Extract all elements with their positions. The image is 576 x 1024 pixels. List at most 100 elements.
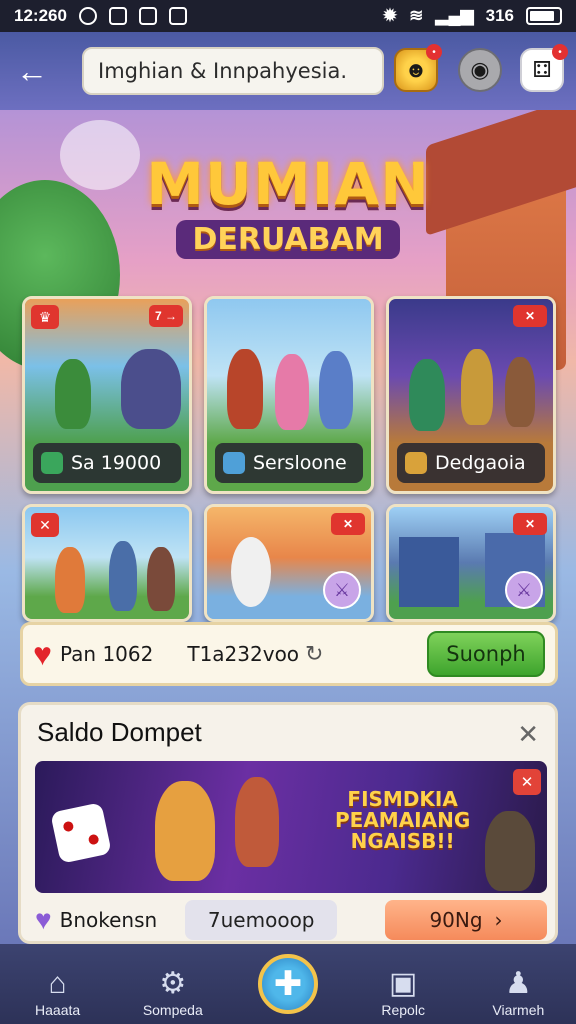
gear-icon: ⚙ — [159, 967, 187, 1000]
card-badge: 7 → — [149, 305, 183, 327]
card-label-text: Sa 19000 — [71, 452, 162, 474]
game-card[interactable]: Sersloone — [204, 296, 374, 494]
promo-close-icon[interactable]: ✕ — [513, 769, 541, 795]
chest-icon — [405, 452, 427, 474]
search-input[interactable]: Imghian & Innpahyesia. — [82, 47, 384, 95]
sword-icon[interactable]: ⚔ — [505, 571, 543, 609]
character — [461, 349, 493, 425]
wallet-button-label: 90Ng — [429, 908, 483, 932]
character — [235, 777, 279, 867]
building — [399, 537, 459, 607]
wifi-icon: ≋ — [409, 6, 424, 25]
wallet-icon: ▣ — [388, 967, 418, 1000]
nav-item-home[interactable]: ⌂ Haaata — [8, 966, 108, 1018]
media-icon — [108, 7, 127, 25]
wallet-panel: Saldo Dompet ✕ FISMDKIA PEAMAIANG NGAISB… — [18, 702, 558, 944]
character — [55, 359, 91, 429]
card-label-text: Dedgaoia — [435, 452, 526, 474]
gem-icon — [41, 452, 63, 474]
status-left: 12:260 — [14, 6, 187, 26]
crown-icon: ♛ — [31, 305, 59, 329]
nav-item-settings[interactable]: ⚙ Sompeda — [123, 966, 223, 1018]
nav-item-wallet[interactable]: ▣ Repolc — [353, 966, 453, 1018]
home-icon: ⌂ — [48, 967, 67, 1000]
chevron-right-icon: › — [494, 908, 503, 932]
card-label: Dedgaoia — [397, 443, 545, 483]
notification-badge: • — [426, 44, 442, 60]
game-card[interactable]: ✕ Dedgaoia — [386, 296, 556, 494]
promo-banner[interactable]: FISMDKIA PEAMAIANG NGAISB!! ✕ — [35, 761, 547, 893]
wallet-row: ♥ Bnokensn 7uemooop 90Ng › — [35, 899, 547, 941]
wallet-name: Bnokensn — [59, 908, 158, 932]
search-text: Imghian & Innpahyesia. — [98, 59, 348, 83]
plus-icon[interactable]: ✚ — [258, 954, 318, 1014]
stat-value-1: Pan 1062 — [60, 642, 154, 666]
primary-action-button[interactable]: Suonph — [427, 631, 545, 677]
signal-icon: ▂▄▆ — [435, 6, 474, 25]
character — [227, 349, 263, 429]
character — [147, 547, 175, 611]
nav-label: Repolc — [381, 1002, 425, 1018]
heart-icon: ♥ — [33, 635, 52, 672]
nav-label: Sompeda — [142, 1002, 203, 1018]
chat-bubble-icon[interactable]: ◉ — [458, 48, 502, 92]
stats-bar: ♥ Pan 1062 T1a232voo ↻ Suonph — [20, 622, 558, 686]
character — [55, 547, 85, 613]
wallet-title: Saldo Dompet — [37, 717, 202, 747]
card-label: Sa 19000 — [33, 443, 181, 483]
gear-status-icon: ✹ — [382, 6, 398, 25]
card-badge: ✕ — [331, 513, 365, 535]
dice-icon — [50, 802, 112, 864]
card-badge: ✕ — [513, 305, 547, 327]
bottom-nav: ⌂ Haaata ⚙ Sompeda +- ▣ Repolc ♟ Viarmeh… — [0, 944, 576, 1024]
logo-subtitle: DERUABAM — [176, 220, 400, 259]
profile-icon: ♟ — [504, 967, 532, 1000]
status-right: ✹ ≋ ▂▄▆ 316 — [383, 6, 562, 26]
stat-value-2: T1a232voo — [187, 642, 300, 666]
notification-icon — [138, 7, 157, 25]
game-card[interactable]: ✕ ⚔ — [386, 504, 556, 622]
promo-text: FISMDKIA PEAMAIANG NGAISB!! — [335, 789, 470, 852]
status-bar: 12:260 ✹ ≋ ▂▄▆ 316 — [0, 0, 576, 32]
wallet-next-button[interactable]: 90Ng › — [385, 900, 547, 940]
character — [275, 354, 309, 430]
character — [155, 781, 215, 881]
character — [409, 359, 445, 431]
game-card[interactable]: ✕ — [22, 504, 192, 622]
nav-label: Haaata — [35, 1002, 81, 1018]
wallet-amount-field[interactable]: 7uemooop — [185, 900, 338, 940]
character — [319, 351, 353, 429]
status-time: 12:260 — [14, 6, 67, 25]
promo-line-1: FISMDKIA — [347, 787, 458, 811]
nav-item-profile[interactable]: ♟ Viarmeh — [468, 966, 568, 1018]
creature — [121, 349, 181, 429]
character — [505, 357, 535, 427]
dice-icon[interactable]: ⚃ • — [520, 44, 568, 92]
card-label-text: Sersloone — [253, 452, 347, 474]
network-label: 316 — [485, 6, 514, 25]
close-icon[interactable]: ✕ — [517, 719, 539, 750]
game-card[interactable]: ♛ 7 → Sa 19000 — [22, 296, 192, 494]
character — [231, 537, 271, 607]
character — [485, 811, 535, 891]
refresh-icon[interactable]: ↻ — [305, 641, 323, 667]
game-logo: MUMIAN DERUABAM — [0, 150, 576, 259]
character — [109, 541, 137, 611]
back-arrow-icon[interactable]: ← — [12, 51, 52, 91]
game-card[interactable]: ✕ ⚔ — [204, 504, 374, 622]
app-bar: ← Imghian & Innpahyesia. ☻ • ◉ ⚃ • — [0, 32, 576, 110]
notification-badge: • — [552, 44, 568, 60]
camera-icon — [168, 7, 187, 25]
card-label: Sersloone — [215, 443, 363, 483]
gem-icon — [223, 452, 245, 474]
battery-icon — [526, 7, 562, 25]
coin-shield-icon[interactable]: ☻ • — [394, 44, 442, 92]
logo-title: MUMIAN — [146, 150, 430, 218]
sword-icon[interactable]: ⚔ — [323, 571, 361, 609]
card-badge: ✕ — [31, 513, 59, 537]
promo-line-2: PEAMAIANG — [335, 808, 471, 832]
purple-heart-icon: ♥ — [35, 904, 52, 935]
promo-line-3: NGAISB!! — [350, 829, 455, 853]
card-badge: ✕ — [513, 513, 547, 535]
nav-label: Viarmeh — [492, 1002, 545, 1018]
